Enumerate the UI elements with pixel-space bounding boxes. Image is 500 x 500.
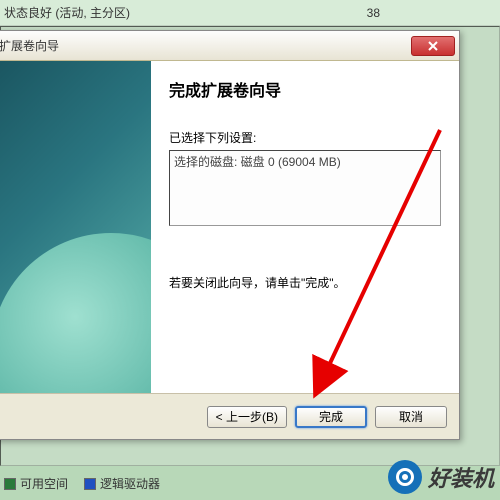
watermark: 好装机 bbox=[388, 460, 494, 494]
titlebar: 扩展卷向导 bbox=[0, 31, 459, 61]
wizard-body: 完成扩展卷向导 已选择下列设置: 选择的磁盘: 磁盘 0 (69004 MB) … bbox=[0, 61, 459, 393]
settings-listbox[interactable]: 选择的磁盘: 磁盘 0 (69004 MB) bbox=[169, 150, 441, 226]
settings-item: 选择的磁盘: 磁盘 0 (69004 MB) bbox=[174, 153, 436, 170]
cancel-button[interactable]: 取消 bbox=[375, 406, 447, 428]
swatch-available-icon bbox=[4, 478, 16, 490]
button-row: < 上一步(B) 完成 取消 bbox=[0, 393, 459, 439]
wizard-content: 完成扩展卷向导 已选择下列设置: 选择的磁盘: 磁盘 0 (69004 MB) … bbox=[151, 61, 459, 393]
legend-logical-label: 逻辑驱动器 bbox=[100, 475, 160, 492]
disk-status-text: 状态良好 (活动, 主分区) bbox=[4, 4, 130, 21]
watermark-logo-icon bbox=[388, 460, 422, 494]
legend: 可用空间 逻辑驱动器 bbox=[4, 475, 160, 492]
legend-available-label: 可用空间 bbox=[20, 475, 68, 492]
watermark-text: 好装机 bbox=[428, 461, 494, 493]
back-button[interactable]: < 上一步(B) bbox=[207, 406, 287, 428]
wizard-dialog: 扩展卷向导 完成扩展卷向导 已选择下列设置: 选择的磁盘: 磁盘 0 (6900… bbox=[0, 30, 460, 440]
swatch-logical-icon bbox=[84, 478, 96, 490]
disk-size-fragment: 38 bbox=[367, 6, 380, 20]
legend-logical: 逻辑驱动器 bbox=[84, 475, 160, 492]
wizard-heading: 完成扩展卷向导 bbox=[169, 77, 441, 101]
close-icon bbox=[427, 40, 439, 52]
close-button[interactable] bbox=[411, 36, 455, 56]
finish-button[interactable]: 完成 bbox=[295, 406, 367, 428]
wizard-instruction: 若要关闭此向导，请单击"完成"。 bbox=[169, 274, 441, 291]
wizard-side-graphic bbox=[0, 61, 151, 393]
disk-status-row: 状态良好 (活动, 主分区) 38 bbox=[0, 0, 500, 26]
settings-label: 已选择下列设置: bbox=[169, 129, 441, 146]
legend-available: 可用空间 bbox=[4, 475, 68, 492]
wizard-title: 扩展卷向导 bbox=[0, 37, 59, 54]
